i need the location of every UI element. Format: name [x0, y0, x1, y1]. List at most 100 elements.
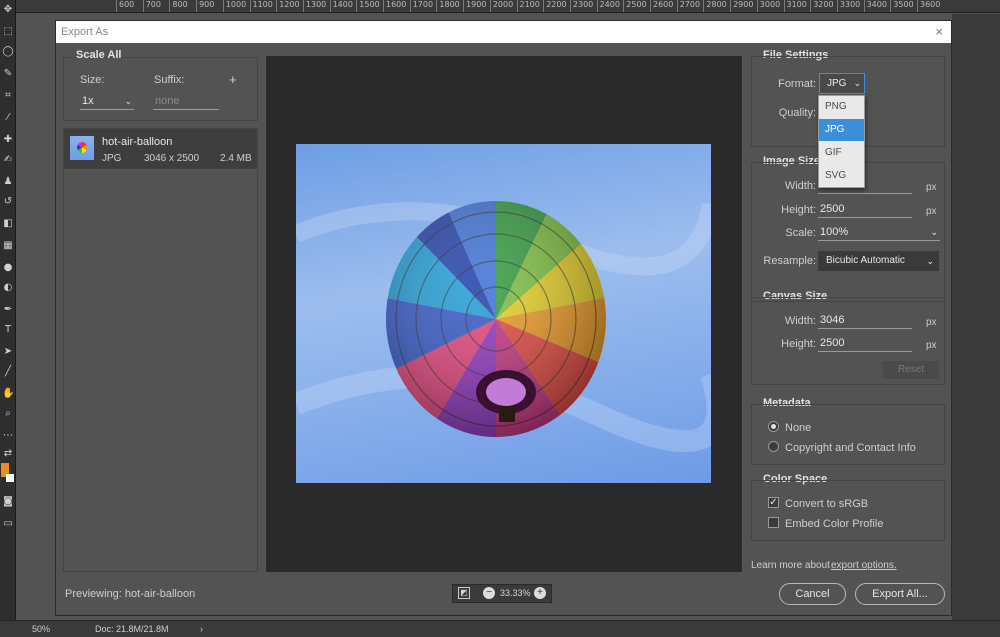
ruler-tick: 600: [116, 0, 134, 12]
image-width-unit: px: [926, 182, 937, 193]
convert-srgb-checkbox[interactable]: ✓: [768, 497, 779, 508]
resample-select[interactable]: Bicubic Automatic ⌄: [818, 251, 939, 271]
ruler-tick: 2400: [596, 0, 620, 12]
ruler-tick: 2700: [676, 0, 700, 12]
move-tool-icon[interactable]: ✥: [2, 4, 14, 16]
lasso-tool-icon[interactable]: ◯: [2, 46, 14, 58]
ruler-tick: 1900: [463, 0, 486, 12]
eyedropper-tool-icon[interactable]: ⁄: [2, 112, 14, 124]
format-option-jpg[interactable]: JPG: [819, 119, 864, 141]
format-select[interactable]: JPG ⌄: [819, 73, 865, 94]
eraser-tool-icon[interactable]: ◧: [2, 218, 14, 230]
ruler-tick: 1700: [409, 0, 433, 12]
ruler-tick: 2100: [516, 0, 540, 12]
format-option-gif[interactable]: GIF: [819, 142, 864, 164]
crop-tool-icon[interactable]: ⌗: [2, 90, 14, 102]
status-bar: 50% Doc: 21.8M/21.8M ›: [0, 620, 1000, 637]
ruler-tick: 2900: [730, 0, 753, 12]
close-icon[interactable]: ×: [935, 24, 943, 39]
image-width-label: Width:: [784, 180, 816, 192]
assets-list: [63, 128, 258, 572]
line-tool-icon[interactable]: ╱: [2, 366, 14, 378]
ruler-tick: 2500: [623, 0, 647, 12]
export-options-link[interactable]: export options.: [831, 560, 897, 571]
screen-mode-icon[interactable]: ▭: [2, 518, 14, 530]
format-option-png[interactable]: PNG: [819, 96, 864, 118]
stamp-tool-icon[interactable]: ♟: [2, 176, 14, 188]
previewing-label: Previewing: hot-air-balloon: [65, 588, 196, 600]
chevron-down-icon: ⌄: [930, 227, 938, 237]
embed-profile-checkbox[interactable]: [768, 517, 779, 528]
cancel-button[interactable]: Cancel: [779, 583, 846, 605]
format-option-svg[interactable]: SVG: [819, 165, 864, 187]
ruler-tick: 3000: [756, 0, 780, 12]
learn-more-text: Learn more about: [751, 560, 830, 571]
history-brush-tool-icon[interactable]: ↺: [2, 196, 14, 208]
ruler-tick: 3100: [783, 0, 807, 12]
embed-profile-label: Embed Color Profile: [785, 518, 884, 530]
pen-tool-icon[interactable]: ✒: [2, 304, 14, 316]
ruler-tick: 1300: [302, 0, 326, 12]
brush-tool-icon[interactable]: ✍: [2, 154, 14, 166]
path-select-tool-icon[interactable]: ➤: [2, 346, 14, 358]
ruler-tick: 1400: [329, 0, 353, 12]
dodge-tool-icon[interactable]: ◐: [2, 282, 14, 294]
ruler-tick: 3400: [863, 0, 887, 12]
canvas-height-input[interactable]: 2500: [818, 336, 912, 352]
scale-label: Scale:: [785, 227, 816, 239]
hand-tool-icon[interactable]: ✋: [2, 388, 14, 400]
more-tools-icon[interactable]: ⋯: [2, 430, 14, 442]
export-as-dialog: Export As × Scale All Size: Suffix: + 1x…: [55, 20, 952, 616]
blur-tool-icon[interactable]: ●: [2, 262, 14, 274]
reset-button[interactable]: Reset: [883, 361, 939, 379]
ruler-tick: 1600: [383, 0, 406, 12]
resample-value: Bicubic Automatic: [826, 255, 905, 266]
fit-view-icon[interactable]: ◩: [458, 587, 470, 599]
ruler-tick: 800: [169, 0, 188, 12]
chevron-down-icon: ⌄: [853, 78, 861, 88]
format-value: JPG: [827, 78, 847, 89]
type-tool-icon[interactable]: T: [2, 324, 14, 336]
quick-select-tool-icon[interactable]: ✎: [2, 68, 14, 80]
ruler-tick: 900: [196, 0, 214, 12]
resample-label: Resample:: [763, 255, 816, 267]
scale-all-section: [63, 57, 258, 121]
ruler-tick: 700: [142, 0, 161, 12]
image-height-input[interactable]: 2500: [818, 202, 912, 218]
ruler-tick: 3500: [890, 0, 914, 12]
suffix-input[interactable]: none: [153, 94, 219, 110]
format-dropdown-menu: PNG JPG GIF SVG: [818, 95, 865, 188]
convert-srgb-label: Convert to sRGB: [785, 498, 869, 510]
swap-colors-icon[interactable]: ⇄: [2, 448, 14, 460]
add-scale-icon[interactable]: +: [229, 72, 237, 87]
doc-size: Doc: 21.8M/21.8M: [95, 624, 169, 634]
background-color-swatch[interactable]: [6, 474, 14, 482]
metadata-copyright-radio[interactable]: [768, 441, 779, 452]
canvas-width-input[interactable]: 3046: [818, 313, 912, 329]
export-all-button[interactable]: Export All...: [855, 583, 945, 605]
dialog-title: Export As: [61, 26, 109, 38]
gradient-tool-icon[interactable]: ▦: [2, 240, 14, 252]
scale-size-value: 1x: [82, 95, 94, 107]
format-label: Format:: [778, 78, 816, 90]
healing-tool-icon[interactable]: ✚: [2, 134, 14, 146]
canvas-height-label: Height:: [781, 338, 816, 350]
ruler-tick: 2800: [703, 0, 727, 12]
preview-area: [266, 56, 742, 572]
image-height-label: Height:: [781, 204, 816, 216]
horizontal-ruler: 600 700 800 900 1000 1100 1200 1300 1400 1500 1600…: [16, 0, 1000, 13]
ruler-tick: 1500: [356, 0, 380, 12]
metadata-none-radio[interactable]: [768, 421, 779, 432]
scale-select[interactable]: 100% ⌄: [818, 225, 940, 241]
scale-size-select[interactable]: 1x ⌄: [80, 94, 134, 110]
zoom-tool-icon[interactable]: ⌕: [2, 408, 14, 420]
marquee-tool-icon[interactable]: ⬚: [2, 26, 14, 38]
hot-air-balloon-image: [296, 201, 711, 453]
quick-mask-icon[interactable]: ◙: [2, 496, 14, 508]
zoom-in-icon[interactable]: +: [534, 587, 546, 599]
ruler-tick: 2600: [650, 0, 673, 12]
ruler-tick: 3600: [917, 0, 940, 12]
tools-panel: ✥ ⬚ ◯ ✎ ⌗ ⁄ ✚ ✍ ♟ ↺ ◧ ▦ ● ◐ ✒ T ➤ ╱ ✋ ⌕ …: [0, 0, 16, 620]
zoom-out-icon[interactable]: −: [483, 587, 495, 599]
status-arrow[interactable]: ›: [200, 624, 203, 634]
